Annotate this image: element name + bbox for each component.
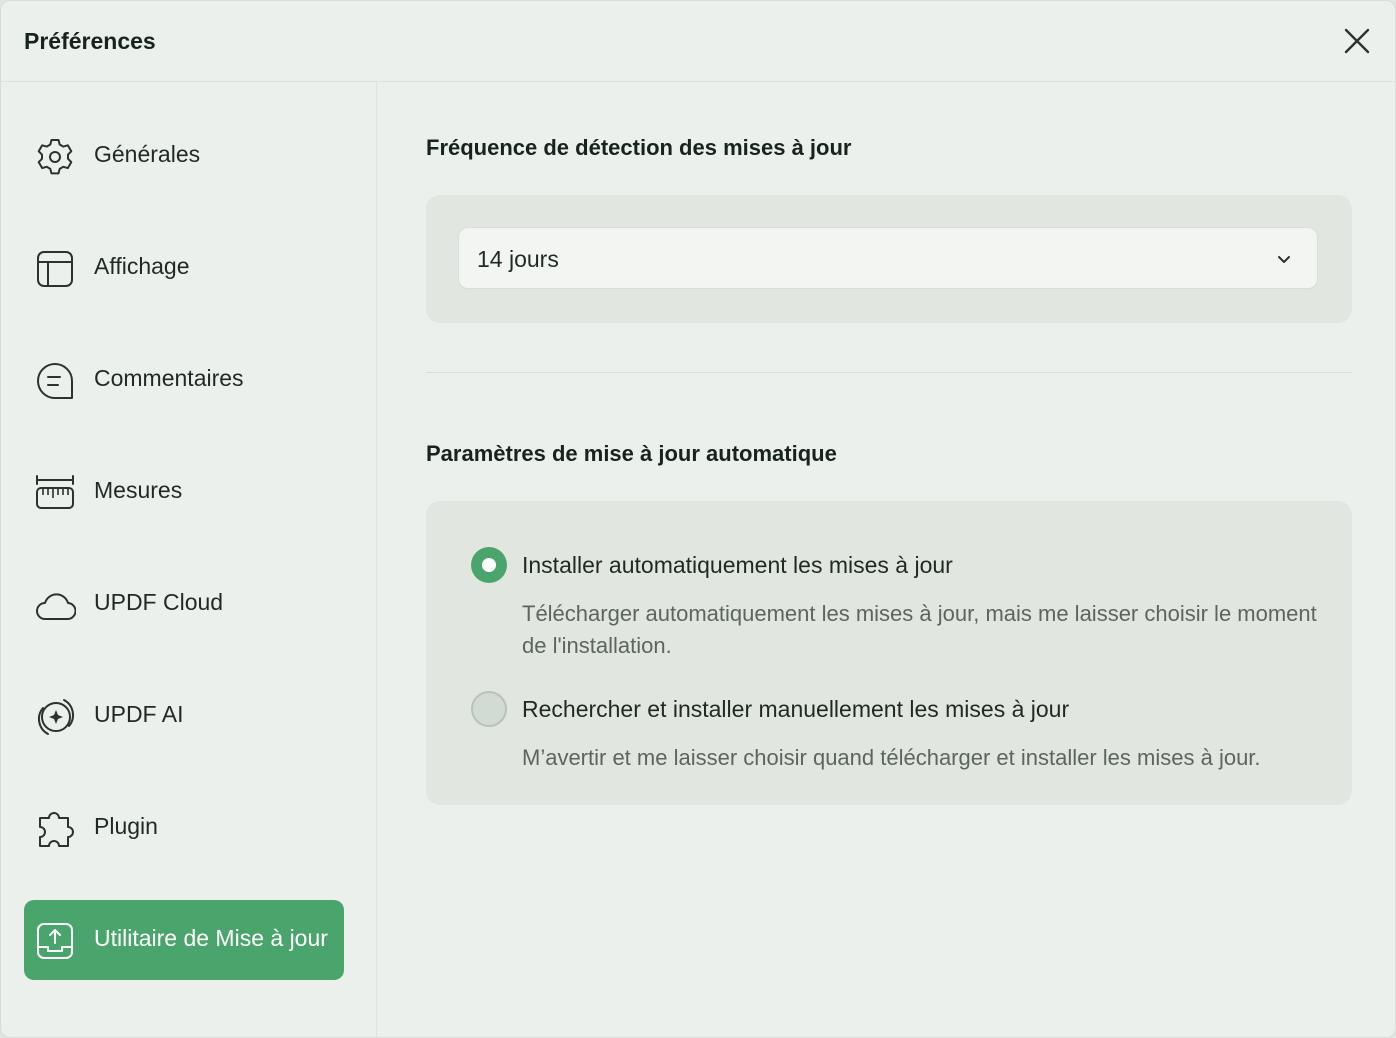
close-button[interactable] bbox=[1341, 25, 1373, 57]
radio-manual-install[interactable] bbox=[471, 691, 507, 727]
title-bar: Préférences bbox=[1, 1, 1395, 82]
sidebar-item-mesures[interactable]: Mesures bbox=[24, 452, 344, 532]
sidebar-item-plugin[interactable]: Plugin bbox=[24, 788, 344, 868]
sidebar-item-generales[interactable]: Générales bbox=[24, 116, 344, 196]
sidebar-item-utilitaire-mise-a-jour[interactable]: Utilitaire de Mise à jour bbox=[24, 900, 344, 980]
cloud-icon bbox=[36, 593, 76, 620]
sidebar-item-label: Affichage bbox=[94, 253, 190, 279]
section-divider bbox=[426, 372, 1352, 373]
sidebar-item-commentaires[interactable]: Commentaires bbox=[24, 340, 344, 420]
option-auto-install-label[interactable]: Installer automatiquement les mises à jo… bbox=[522, 552, 953, 579]
option-manual-install-label[interactable]: Rechercher et installer manuellement les… bbox=[522, 696, 1069, 723]
window-title: Préférences bbox=[24, 28, 156, 54]
sidebar-item-affichage[interactable]: Affichage bbox=[24, 228, 344, 308]
auto-update-card: Installer automatiquement les mises à jo… bbox=[426, 501, 1352, 805]
main-content: Fréquence de détection des mises à jour … bbox=[377, 82, 1395, 1037]
sidebar-item-label: Commentaires bbox=[94, 365, 244, 391]
preferences-window: Préférences Générales Affichage Commenta… bbox=[0, 0, 1396, 1038]
ai-icon bbox=[38, 699, 74, 735]
sidebar-item-label: Plugin bbox=[94, 813, 158, 839]
radio-auto-install[interactable] bbox=[471, 547, 507, 583]
auto-update-section-title: Paramètres de mise à jour automatique bbox=[426, 441, 837, 466]
comment-icon bbox=[37, 363, 73, 399]
frequency-select-value: 14 jours bbox=[477, 246, 559, 272]
frequency-select[interactable]: 14 jours bbox=[458, 227, 1318, 289]
sidebar-item-label: Utilitaire de Mise à jour bbox=[94, 925, 328, 951]
ruler-icon bbox=[36, 475, 74, 509]
puzzle-icon bbox=[39, 812, 74, 847]
option-manual-install-description: M’avertir et me laisser choisir quand té… bbox=[522, 745, 1261, 770]
sidebar-item-updf-ai[interactable]: UPDF AI bbox=[24, 676, 344, 756]
gear-icon bbox=[37, 139, 73, 175]
layout-icon bbox=[37, 251, 73, 287]
chevron-down-icon bbox=[1278, 256, 1290, 263]
sidebar-item-label: Générales bbox=[94, 141, 201, 167]
sidebar-item-label: Mesures bbox=[94, 477, 183, 503]
update-icon bbox=[37, 923, 73, 959]
close-icon bbox=[1344, 28, 1370, 54]
sidebar-item-label: UPDF AI bbox=[94, 701, 184, 727]
sidebar-item-label: UPDF Cloud bbox=[94, 589, 224, 615]
option-auto-install-description: Télécharger automatiquement les mises à … bbox=[522, 601, 1317, 658]
sidebar-item-updf-cloud[interactable]: UPDF Cloud bbox=[24, 564, 344, 644]
frequency-card: 14 jours bbox=[426, 195, 1352, 323]
sidebar: Générales Affichage Commentaires Mesures bbox=[1, 82, 377, 1037]
frequency-section-title: Fréquence de détection des mises à jour bbox=[426, 135, 852, 160]
